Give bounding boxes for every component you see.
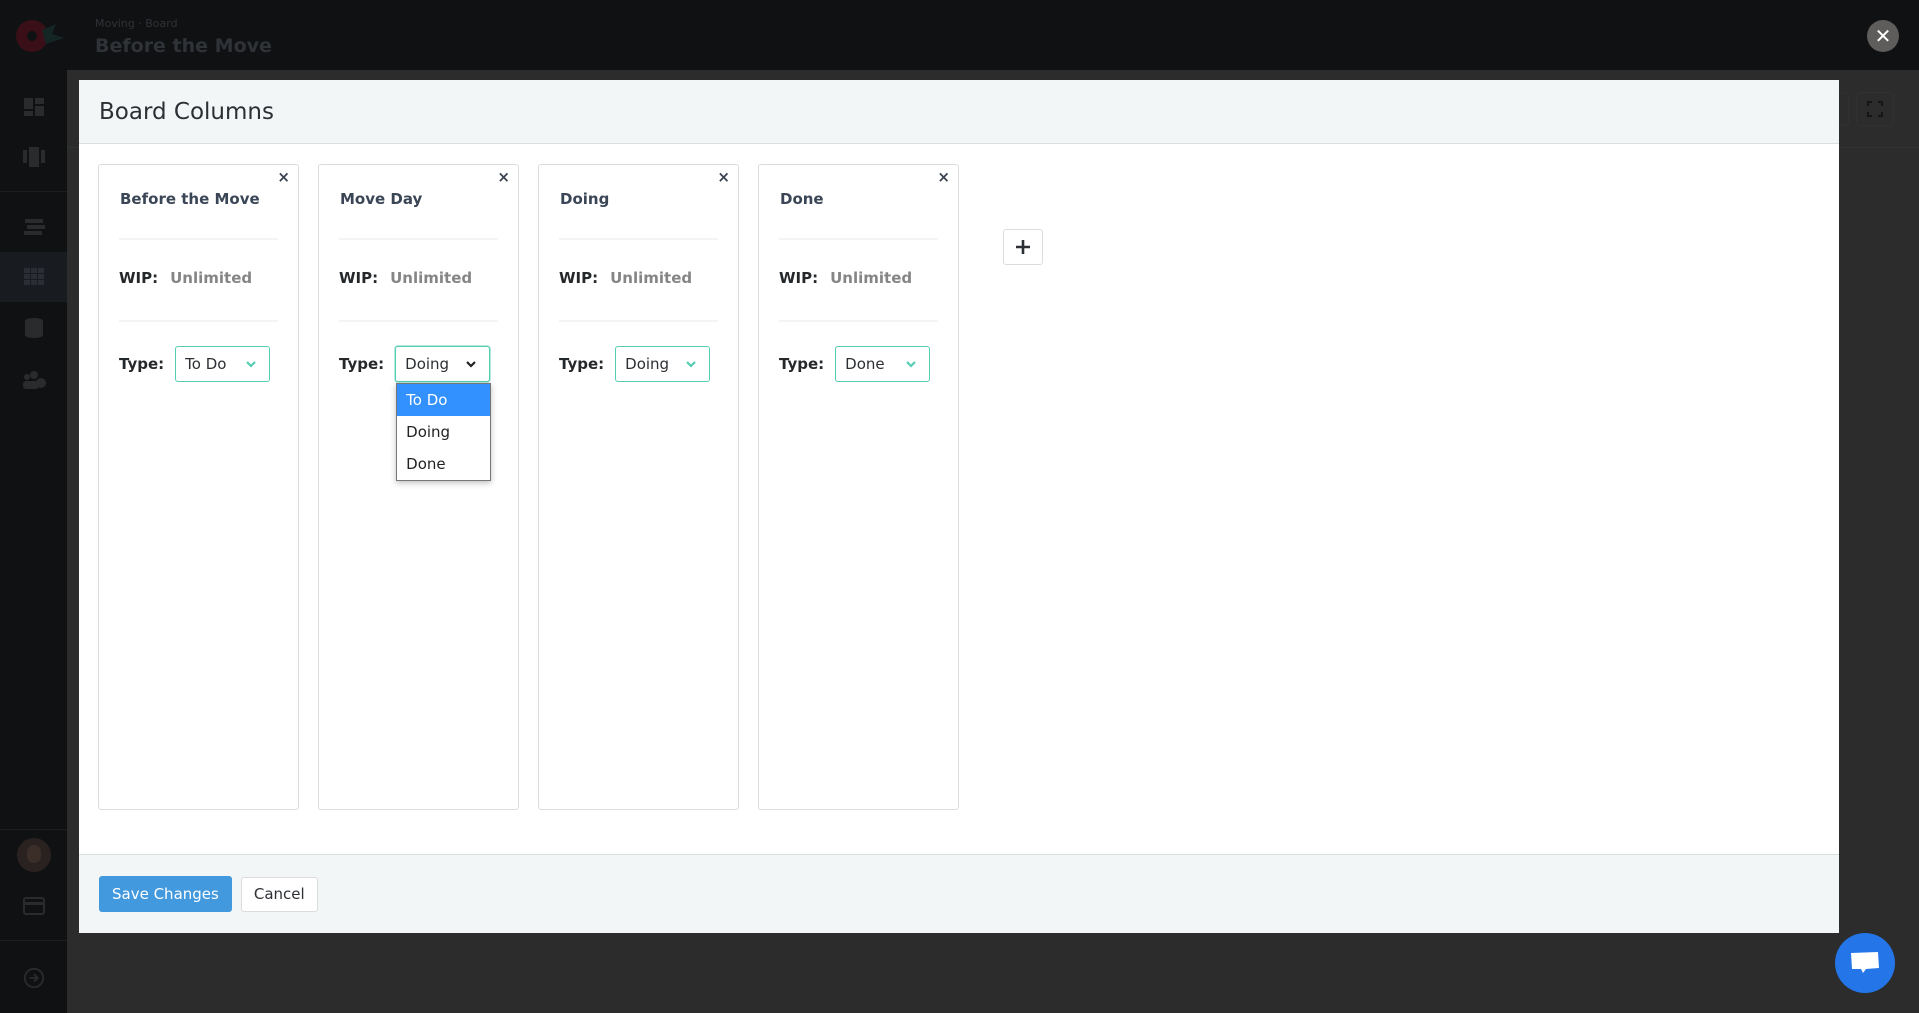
divider [559,320,718,322]
dropdown-option-doing[interactable]: Doing [397,416,490,448]
grid-icon [23,268,44,285]
plus-icon [1016,240,1030,254]
sidebar-item-list[interactable] [0,202,67,252]
wip-label: WIP: [559,269,599,287]
add-column-button[interactable] [1003,229,1043,265]
remove-column-button[interactable]: × [937,169,950,185]
type-select-value: To Do [185,355,227,373]
wip-value[interactable]: Unlimited [170,269,252,287]
column-name[interactable]: Done [780,190,824,208]
database-icon [24,318,43,338]
column-card: × Doing WIP: Unlimited Type: Doing [538,164,739,810]
wip-value[interactable]: Unlimited [610,269,692,287]
divider [779,320,938,322]
list-icon [23,219,45,235]
type-select-value: Done [845,355,885,373]
fullscreen-icon [1867,101,1883,117]
fullscreen-button [1856,92,1894,126]
wip-value[interactable]: Unlimited [390,269,472,287]
wip-value[interactable]: Unlimited [830,269,912,287]
breadcrumb: Moving · Board [95,17,178,30]
sidebar-item-grid[interactable] [0,252,67,302]
divider [339,320,498,322]
column-card: × Move Day WIP: Unlimited Type: Doing To… [318,164,519,810]
cancel-button[interactable]: Cancel [240,876,318,912]
app-logo-icon [16,20,64,52]
sidebar-item-billing[interactable] [0,881,67,931]
chevron-down-icon [466,361,476,368]
chat-button[interactable] [1835,933,1895,993]
close-overlay-button[interactable]: ✕ [1867,20,1899,52]
type-row: Type: Done [779,346,931,382]
column-card: × Before the Move WIP: Unlimited Type: T… [98,164,299,810]
column-name[interactable]: Before the Move [120,190,260,208]
remove-column-button[interactable]: × [717,169,730,185]
wip-label: WIP: [119,269,159,287]
sidebar-item-logout[interactable] [0,953,67,1003]
chevron-down-icon [246,361,256,368]
type-label: Type: [779,355,825,373]
sidebar-item-database[interactable] [0,303,67,353]
type-select-value: Doing [625,355,670,373]
team-settings-icon [22,371,46,389]
type-row: Type: Doing [559,346,711,382]
type-select[interactable]: Done [835,346,931,382]
dropdown-option-to-do[interactable]: To Do [397,384,491,416]
dashboard-icon [23,98,44,116]
top-bar: Moving · Board Before the Move [0,0,1919,70]
divider [339,238,498,240]
wip-row: WIP: Unlimited [779,269,912,287]
type-select[interactable]: Doing [615,346,711,382]
boards-icon [22,147,45,167]
dropdown-option-done[interactable]: Done [397,448,490,480]
type-label: Type: [119,355,165,373]
chat-bubble-icon [1851,952,1879,973]
sidebar-item-dashboard[interactable] [0,82,67,132]
board-title: Before the Move [95,35,272,57]
divider [779,238,938,240]
sidebar-item-team-settings[interactable] [0,355,67,405]
type-row: Type: To Do [119,346,271,382]
type-label: Type: [559,355,605,373]
save-changes-button[interactable]: Save Changes [99,876,232,912]
divider [119,320,278,322]
logout-icon [23,967,44,989]
type-select[interactable]: To Do [175,346,271,382]
wip-label: WIP: [779,269,819,287]
divider [119,238,278,240]
type-row: Type: Doing To Do Doing Done [339,346,492,481]
sidebar-divider [0,940,67,941]
column-name[interactable]: Move Day [340,190,422,208]
column-card: × Done WIP: Unlimited Type: Done [758,164,959,810]
wip-row: WIP: Unlimited [119,269,252,287]
billing-card-icon [22,897,45,915]
modal-body: × Before the Move WIP: Unlimited Type: T… [79,144,1839,854]
sidebar-divider [0,191,67,192]
chevron-down-icon [906,361,916,368]
type-label: Type: [339,355,385,373]
wip-row: WIP: Unlimited [339,269,472,287]
type-select[interactable]: Doing To Do Doing Done [395,346,492,481]
type-select-value: Doing [405,355,450,373]
column-name[interactable]: Doing [560,190,609,208]
board-columns-modal: Board Columns × Before the Move WIP: Unl… [79,80,1839,933]
sidebar-item-profile[interactable] [0,830,67,880]
sidebar-item-boards[interactable] [0,132,67,182]
avatar [16,838,51,872]
remove-column-button[interactable]: × [497,169,510,185]
modal-title: Board Columns [99,98,274,125]
wip-row: WIP: Unlimited [559,269,692,287]
chevron-down-icon [686,361,696,368]
sidebar [0,70,67,1013]
wip-label: WIP: [339,269,379,287]
modal-header: Board Columns [79,80,1839,144]
modal-footer: Save Changes Cancel [79,854,1839,933]
divider [559,238,718,240]
remove-column-button[interactable]: × [277,169,290,185]
type-dropdown-list: To Do Doing Done [396,383,492,481]
